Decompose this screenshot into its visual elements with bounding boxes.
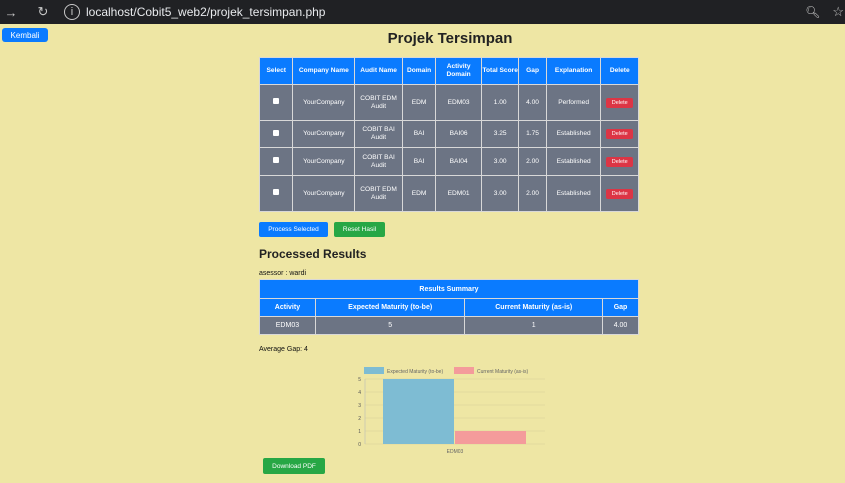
company-cell: YourCompany	[292, 84, 356, 121]
col-header: Gap	[518, 57, 547, 85]
delete-cell: Delete	[600, 147, 639, 176]
delete-cell: Delete	[600, 175, 639, 212]
y-tick-label: 4	[358, 390, 361, 396]
score-cell: 3.00	[480, 175, 520, 212]
domain-cell: BAI	[401, 147, 437, 176]
address-bar[interactable]: localhost/Cobit5_web2/projek_tersimpan.p…	[86, 5, 325, 19]
audit-cell: COBIT BAI Audit	[354, 147, 403, 176]
assessor-label: asessor : wardi	[259, 270, 307, 277]
delete-button[interactable]: Delete	[606, 156, 634, 167]
activity-cell: BAI04	[435, 147, 482, 176]
audit-cell: COBIT EDM Audit	[354, 175, 403, 212]
site-info-icon[interactable]: i	[64, 4, 80, 20]
legend-label: Current Maturity (as-is)	[477, 369, 528, 375]
current-cell: 1	[464, 316, 604, 335]
page-title: Projek Tersimpan	[387, 30, 513, 47]
gap-cell: 1.75	[518, 120, 547, 148]
col-header: Activity	[259, 298, 316, 317]
zoom-icon[interactable]: 🔍︎	[805, 5, 820, 19]
col-header: Expected Maturity (to-be)	[314, 298, 466, 317]
domain-cell: EDM	[401, 175, 437, 212]
col-header: Total Score	[480, 57, 520, 85]
gap-cell: 4.00	[602, 316, 639, 335]
table-row: YourCompany COBIT BAI Audit BAI BAI06 3.…	[258, 120, 639, 148]
col-header: Company Name	[292, 57, 356, 85]
company-cell: YourCompany	[292, 175, 356, 212]
x-tick-label: EDM03	[447, 449, 464, 455]
projects-table: Select Company Name Audit Name Domain Ac…	[258, 57, 639, 212]
audit-cell: COBIT BAI Audit	[354, 120, 403, 148]
col-header: Domain	[401, 57, 437, 85]
delete-cell: Delete	[600, 84, 639, 121]
results-summary-table: Results Summary Activity Expected Maturi…	[259, 279, 639, 335]
score-cell: 3.00	[480, 147, 520, 176]
results-summary-title: Results Summary	[259, 279, 639, 299]
select-cell	[258, 120, 294, 148]
select-checkbox[interactable]	[273, 98, 280, 105]
reload-icon[interactable]: ↻	[34, 4, 52, 20]
domain-cell: BAI	[401, 120, 437, 148]
domain-cell: EDM	[401, 84, 437, 121]
arrow-left-icon[interactable]: →	[2, 5, 20, 20]
maturity-bar-chart: 0 1 2 3 4 5 Expected Maturity (to-be) Current M…	[358, 367, 545, 455]
legend-swatch	[454, 367, 474, 374]
back-button[interactable]: Kembali	[2, 28, 48, 42]
col-header: Activity Domain	[435, 57, 482, 85]
delete-button[interactable]: Delete	[606, 129, 634, 139]
activity-cell: BAI06	[435, 120, 482, 148]
gap-cell: 2.00	[518, 147, 547, 176]
star-icon[interactable]: ☆	[832, 4, 844, 20]
bar	[383, 379, 454, 444]
select-cell	[258, 84, 294, 121]
table-row: YourCompany COBIT EDM Audit EDM EDM03 1.…	[258, 84, 639, 121]
reset-button[interactable]: Reset Hasil	[334, 222, 385, 237]
y-tick-label: 2	[358, 416, 361, 422]
table-header-row: Select Company Name Audit Name Domain Ac…	[258, 57, 639, 85]
select-checkbox[interactable]	[273, 189, 280, 196]
company-cell: YourCompany	[292, 120, 356, 148]
select-checkbox[interactable]	[273, 157, 280, 164]
col-header: Delete	[600, 57, 639, 85]
company-cell: YourCompany	[292, 147, 356, 176]
y-tick-label: 0	[358, 442, 361, 448]
select-checkbox[interactable]	[273, 129, 280, 136]
gap-cell: 2.00	[518, 175, 547, 212]
y-tick-label: 3	[358, 403, 361, 409]
select-cell	[258, 147, 294, 176]
legend-swatch	[364, 367, 384, 374]
table-row: YourCompany COBIT BAI Audit BAI BAI04 3.…	[258, 147, 639, 176]
legend-label: Expected Maturity (to-be)	[387, 369, 443, 375]
col-header: Audit Name	[354, 57, 403, 85]
download-pdf-button[interactable]: Download PDF	[263, 458, 325, 474]
col-header: Current Maturity (as-is)	[464, 298, 604, 317]
score-cell: 3.25	[480, 120, 520, 148]
explanation-cell: Established	[545, 147, 602, 176]
y-tick-label: 5	[358, 377, 361, 383]
bar	[455, 431, 526, 444]
y-tick-label: 1	[358, 429, 361, 435]
expected-cell: 5	[314, 316, 466, 335]
explanation-cell: Established	[545, 120, 602, 148]
average-gap: Average Gap: 4	[259, 346, 308, 353]
activity-cell: EDM03	[259, 316, 316, 335]
delete-button[interactable]: Delete	[606, 97, 634, 108]
explanation-cell: Performed	[545, 84, 602, 121]
col-header: Gap	[602, 298, 639, 317]
table-row: YourCompany COBIT EDM Audit EDM EDM01 3.…	[258, 175, 639, 212]
audit-cell: COBIT EDM Audit	[354, 84, 403, 121]
score-cell: 1.00	[480, 84, 520, 121]
col-header: Explanation	[545, 57, 602, 85]
col-header: Select	[258, 57, 294, 85]
delete-cell: Delete	[600, 120, 639, 148]
explanation-cell: Established	[545, 175, 602, 212]
process-selected-button[interactable]: Process Selected	[259, 222, 328, 237]
activity-cell: EDM03	[435, 84, 482, 121]
activity-cell: EDM01	[435, 175, 482, 212]
processed-results-title: Processed Results	[259, 247, 367, 261]
browser-toolbar: → ↻ i localhost/Cobit5_web2/projek_tersi…	[0, 0, 845, 24]
gap-cell: 4.00	[518, 84, 547, 121]
delete-button[interactable]: Delete	[606, 188, 634, 199]
select-cell	[258, 175, 294, 212]
table-row: EDM03 5 1 4.00	[259, 316, 639, 335]
